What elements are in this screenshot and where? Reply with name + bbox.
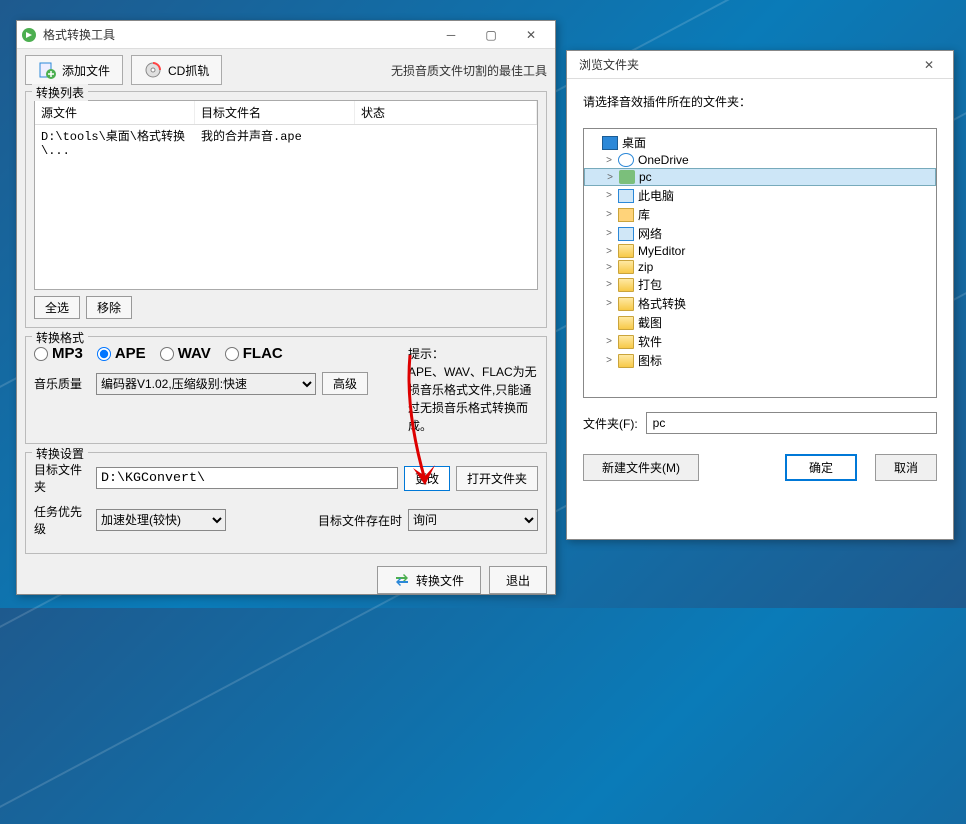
format-radio-ape[interactable]: APE [97,345,146,362]
folder-icon [618,297,634,311]
minimize-button[interactable]: ─ [431,21,471,49]
format-group: 转换格式 MP3APEWAVFLAC 音乐质量 编码器V1.02,压缩级别:快速… [25,336,547,444]
chevron-right-icon[interactable]: > [604,228,614,239]
chevron-right-icon[interactable]: > [604,336,614,347]
window-title: 格式转换工具 [43,26,431,43]
desktop-icon [602,136,618,150]
hint-box: 提示： APE、WAV、FLAC为无损音乐格式文件,只能通过无损音乐格式转换而成… [408,345,538,435]
convert-icon [394,572,410,588]
folder-tree[interactable]: 桌面>OneDrive>pc>此电脑>库>网络>MyEditor>zip>打包>… [583,128,937,398]
tree-item-zip[interactable]: >zip [584,259,936,275]
folder-icon [618,278,634,292]
browse-prompt: 请选择音效插件所在的文件夹： [583,93,937,110]
folder-field-label: 文件夹(F): [583,415,638,432]
select-all-button[interactable]: 全选 [34,296,80,319]
pc-icon [618,189,634,203]
chevron-right-icon[interactable]: > [604,355,614,366]
chevron-right-icon[interactable]: > [604,262,614,273]
net-icon [618,227,634,241]
format-radio-wav[interactable]: WAV [160,345,211,362]
chevron-right-icon[interactable]: > [604,190,614,201]
user-icon [619,170,635,184]
titlebar: 格式转换工具 ─ ▢ ✕ [17,21,555,49]
tree-item-软件[interactable]: >软件 [584,332,936,351]
chevron-right-icon[interactable]: > [605,172,615,183]
browse-titlebar: 浏览文件夹 ✕ [567,51,953,79]
folder-icon [618,354,634,368]
cd-rip-button[interactable]: CD抓轨 [131,55,222,85]
close-button[interactable]: ✕ [511,21,551,49]
target-folder-label: 目标文件夹 [34,461,90,495]
add-file-icon [38,61,56,79]
tree-item-截图[interactable]: 截图 [584,313,936,332]
app-icon [21,27,37,43]
table-header: 源文件 目标文件名 状态 [35,101,537,125]
folder-icon [618,316,634,330]
tree-item-打包[interactable]: >打包 [584,275,936,294]
tree-item-图标[interactable]: >图标 [584,351,936,370]
ok-button[interactable]: 确定 [785,454,857,481]
browse-dialog: 浏览文件夹 ✕ 请选择音效插件所在的文件夹： 桌面>OneDrive>pc>此电… [566,50,954,540]
exit-button[interactable]: 退出 [489,566,547,594]
chevron-right-icon[interactable]: > [604,298,614,309]
cancel-button[interactable]: 取消 [875,454,937,481]
add-file-button[interactable]: 添加文件 [25,55,123,85]
slogan-text: 无损音质文件切割的最佳工具 [391,62,547,79]
priority-label: 任务优先级 [34,503,90,537]
browse-close-button[interactable]: ✕ [909,51,949,79]
quality-label: 音乐质量 [34,375,90,392]
change-button[interactable]: 更改 [404,466,450,491]
quality-select[interactable]: 编码器V1.02,压缩级别:快速 [96,373,316,395]
tree-item-pc[interactable]: >pc [584,168,936,186]
tree-item-onedrive[interactable]: >OneDrive [584,152,936,168]
col-status[interactable]: 状态 [355,101,537,124]
main-window: 格式转换工具 ─ ▢ ✕ 添加文件 CD抓轨 无损音质文件切割的最佳工具 转换列… [16,20,556,595]
cloud-icon [618,153,634,167]
table-row[interactable]: D:\tools\桌面\格式转换\...我的合并声音.ape [35,125,537,160]
chevron-right-icon[interactable]: > [604,246,614,257]
tree-item-此电脑[interactable]: >此电脑 [584,186,936,205]
target-folder-input[interactable] [96,467,398,489]
lib-icon [618,208,634,222]
folder-icon [618,244,634,258]
tree-item-库[interactable]: >库 [584,205,936,224]
chevron-right-icon[interactable]: > [604,279,614,290]
tree-item-myeditor[interactable]: >MyEditor [584,243,936,259]
open-folder-button[interactable]: 打开文件夹 [456,466,538,491]
folder-icon [618,260,634,274]
cd-icon [144,61,162,79]
format-radio-mp3[interactable]: MP3 [34,345,83,362]
convert-list-group: 转换列表 源文件 目标文件名 状态 D:\tools\桌面\格式转换\...我的… [25,91,547,328]
chevron-right-icon[interactable]: > [604,209,614,220]
new-folder-button[interactable]: 新建文件夹(M) [583,454,699,481]
settings-group: 转换设置 目标文件夹 更改 打开文件夹 任务优先级 加速处理(较快) 目标文件存… [25,452,547,554]
format-radio-flac[interactable]: FLAC [225,345,283,362]
convert-button[interactable]: 转换文件 [377,566,481,594]
exists-select[interactable]: 询问 [408,509,538,531]
browse-title: 浏览文件夹 [571,56,909,73]
maximize-button[interactable]: ▢ [471,21,511,49]
tree-item-格式转换[interactable]: >格式转换 [584,294,936,313]
advanced-button[interactable]: 高级 [322,372,368,395]
tree-item-网络[interactable]: >网络 [584,224,936,243]
folder-icon [618,335,634,349]
remove-button[interactable]: 移除 [86,296,132,319]
folder-field-input[interactable] [646,412,937,434]
priority-select[interactable]: 加速处理(较快) [96,509,226,531]
col-source[interactable]: 源文件 [35,101,195,124]
tree-item-桌面[interactable]: 桌面 [584,133,936,152]
chevron-right-icon[interactable]: > [604,155,614,166]
col-target[interactable]: 目标文件名 [195,101,355,124]
file-table[interactable]: 源文件 目标文件名 状态 D:\tools\桌面\格式转换\...我的合并声音.… [34,100,538,290]
exists-label: 目标文件存在时 [318,512,402,529]
